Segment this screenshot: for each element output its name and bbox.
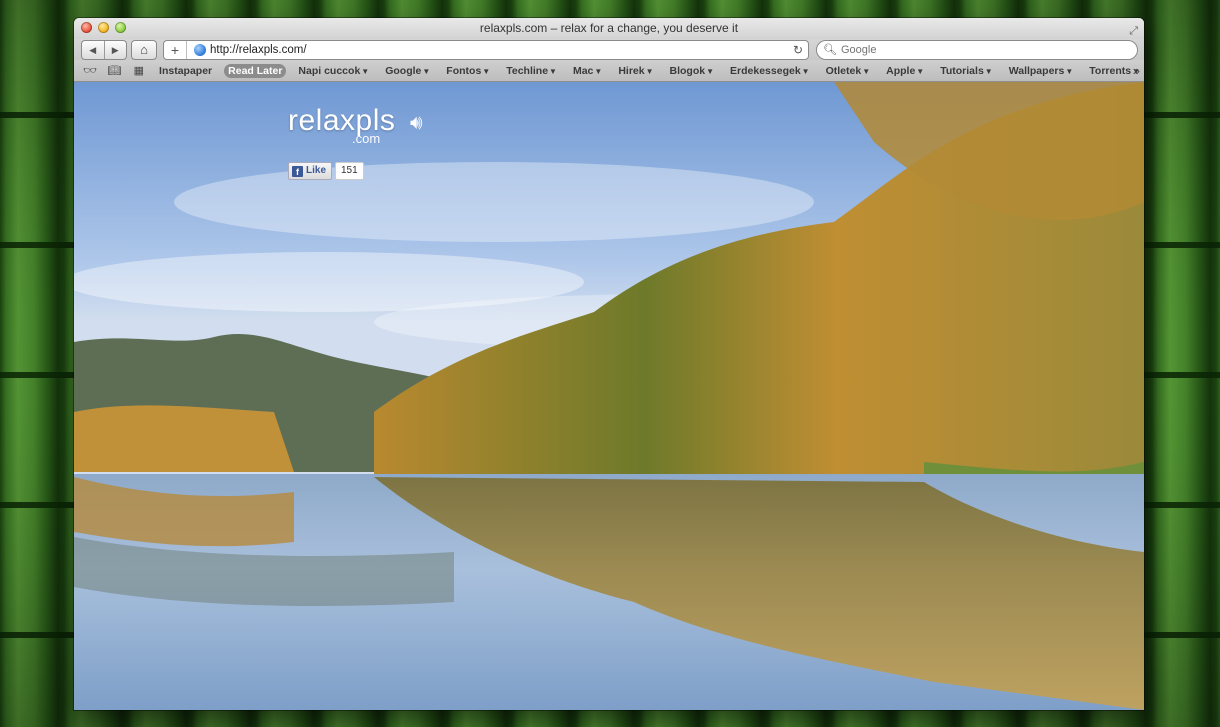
chevron-down-icon: ▼ <box>862 66 871 76</box>
bookmark-label: Tutorials <box>940 64 984 77</box>
bookmark-item-google[interactable]: Google▼ <box>381 64 434 78</box>
bookmarks-icon[interactable]: 📖︎ <box>106 64 122 77</box>
browser-window: relaxpls.com – relax for a change, you d… <box>74 18 1144 710</box>
site-logo-suffix: .com <box>352 131 381 146</box>
window-controls <box>81 22 126 33</box>
chevron-down-icon: ▼ <box>801 66 810 76</box>
bookmark-item-mac[interactable]: Mac▼ <box>569 64 606 78</box>
chevron-down-icon: ▼ <box>361 66 370 76</box>
sound-icon[interactable]: 🔊︎ <box>410 112 423 135</box>
bookmark-item-wallpapers[interactable]: Wallpapers▼ <box>1005 64 1078 78</box>
bookmark-label: Instapaper <box>159 64 213 77</box>
bookmark-item-hirek[interactable]: Hirek▼ <box>614 64 657 78</box>
close-window-button[interactable] <box>81 22 92 33</box>
bookmark-item-apple[interactable]: Apple▼ <box>882 64 928 78</box>
facebook-like-button[interactable]: f Like <box>288 162 333 180</box>
chevron-down-icon: ▼ <box>482 66 491 76</box>
top-sites-icon[interactable]: ▦ <box>131 64 147 77</box>
chevron-down-icon: ▼ <box>549 66 557 76</box>
bookmark-label: Napi cuccok <box>298 64 361 77</box>
bookmark-item-instapaper[interactable]: Instapaper <box>155 64 216 78</box>
landscape-photo <box>74 82 1144 710</box>
address-bar[interactable]: + http://relaxpls.com/ ↻ <box>163 40 809 60</box>
bookmark-item-read-later[interactable]: Read Later <box>224 63 287 78</box>
reload-button[interactable]: ↻ <box>793 41 803 59</box>
like-label: Like <box>306 165 327 176</box>
bookmark-label: Fontos <box>446 64 482 77</box>
minimize-window-button[interactable] <box>98 22 109 33</box>
bookmark-label: Otletek <box>825 64 862 77</box>
back-forward-group: ◀ ▶ <box>81 40 127 60</box>
reading-list-icon[interactable]: 👓︎ <box>82 64 98 77</box>
chevron-down-icon: ▼ <box>422 66 431 76</box>
bookmark-label: Techline <box>506 64 549 77</box>
like-count: 151 <box>335 162 364 180</box>
search-input[interactable] <box>841 42 1121 57</box>
window-title: relaxpls.com – relax for a change, you d… <box>479 21 739 35</box>
zoom-window-button[interactable] <box>115 22 126 33</box>
bookmark-label: Wallpapers <box>1008 64 1065 77</box>
title-bar[interactable]: relaxpls.com – relax for a change, you d… <box>74 18 1144 39</box>
chevron-down-icon: ▼ <box>594 66 603 76</box>
facebook-icon: f <box>292 165 303 177</box>
url-text[interactable]: http://relaxpls.com/ <box>210 41 307 59</box>
globe-icon <box>194 44 206 56</box>
chevron-down-icon: ▼ <box>645 66 654 76</box>
bookmark-label: Blogok <box>669 64 706 77</box>
bookmark-item-fontos[interactable]: Fontos▼ <box>442 64 494 78</box>
search-field[interactable]: 🔍︎ <box>816 40 1138 60</box>
search-icon: 🔍︎ <box>823 44 837 56</box>
chevron-down-icon: ▼ <box>706 66 715 76</box>
bookmark-item-tutorials[interactable]: Tutorials▼ <box>936 64 996 78</box>
left-trees <box>74 405 294 472</box>
more-bookmarks-icon[interactable]: » <box>1133 60 1140 81</box>
bookmark-item-techline[interactable]: Techline▼ <box>502 64 561 78</box>
cloud <box>174 162 814 242</box>
bookmark-item-blogok[interactable]: Blogok▼ <box>666 64 719 78</box>
bookmark-label: Hirek <box>618 64 645 77</box>
chevron-down-icon: ▼ <box>984 66 993 76</box>
bookmark-item-otletek[interactable]: Otletek▼ <box>822 64 875 78</box>
home-icon: ⌂ <box>140 42 148 57</box>
chevron-down-icon: ▼ <box>916 66 925 76</box>
bookmarks-bar: 👓︎ 📖︎ ▦ Instapaper Read Later Napi cuccok▼… <box>74 60 1144 82</box>
bookmark-label: Google <box>385 64 422 77</box>
bookmark-items: Instapaper Read Later Napi cuccok▼ Google▼ F… <box>147 63 1144 78</box>
home-button[interactable]: ⌂ <box>131 40 157 60</box>
bookmark-item-napi-cuccok[interactable]: Napi cuccok▼ <box>294 64 373 78</box>
bookmark-label: Apple <box>886 64 916 77</box>
chevron-down-icon: ▼ <box>1065 66 1074 76</box>
bookmark-label: Mac <box>572 64 594 77</box>
page-content: relaxpls .com 🔊︎ f Like 151 <box>74 82 1144 710</box>
browser-toolbar: ◀ ▶ ⌂ + http://relaxpls.com/ ↻ 🔍︎ <box>74 39 1144 60</box>
bookmark-label: Erdekessegek <box>730 64 801 77</box>
bookmark-item-erdekessegek[interactable]: Erdekessegek▼ <box>726 64 814 78</box>
forward-button[interactable]: ▶ <box>105 41 127 59</box>
bookmark-label: Read Later <box>228 64 283 77</box>
back-button[interactable]: ◀ <box>82 41 105 59</box>
bookmark-label: Torrents <box>1089 64 1132 77</box>
add-bookmark-button[interactable]: + <box>164 41 187 59</box>
